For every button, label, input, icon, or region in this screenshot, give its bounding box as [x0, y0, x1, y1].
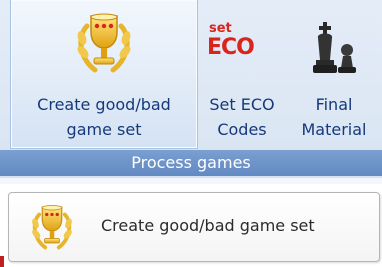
create-good-bad-game-set-button[interactable]: Create good/bad game set: [10, 0, 198, 149]
set-eco-icon-set-text: set: [209, 21, 232, 36]
tooltip-text: Create good/bad game set: [101, 216, 315, 235]
set-eco-codes-label: Set ECO Codes: [209, 95, 275, 139]
set-eco-icon: set ECO: [205, 6, 279, 76]
final-material-label: Final Material: [301, 95, 367, 139]
tooltip: Create good/bad game set: [8, 192, 380, 262]
final-material-button[interactable]: Final Material: [288, 0, 380, 148]
create-good-bad-label: Create good/bad game set: [37, 95, 171, 139]
set-eco-codes-button[interactable]: set ECO Set ECO Codes: [198, 0, 286, 148]
window-edge-mark: [0, 256, 4, 267]
chess-pieces-icon: [308, 8, 360, 87]
ribbon-panel: Create good/bad game set set ECO Set ECO…: [0, 0, 382, 178]
screen: Create good/bad game set set ECO Set ECO…: [0, 0, 382, 267]
set-eco-icon-eco-text: ECO: [207, 35, 255, 60]
ribbon-group-label: Process games: [0, 150, 382, 176]
trophy-laurel-icon: [73, 8, 135, 87]
divider: [0, 178, 382, 184]
trophy-laurel-icon: [23, 201, 81, 259]
